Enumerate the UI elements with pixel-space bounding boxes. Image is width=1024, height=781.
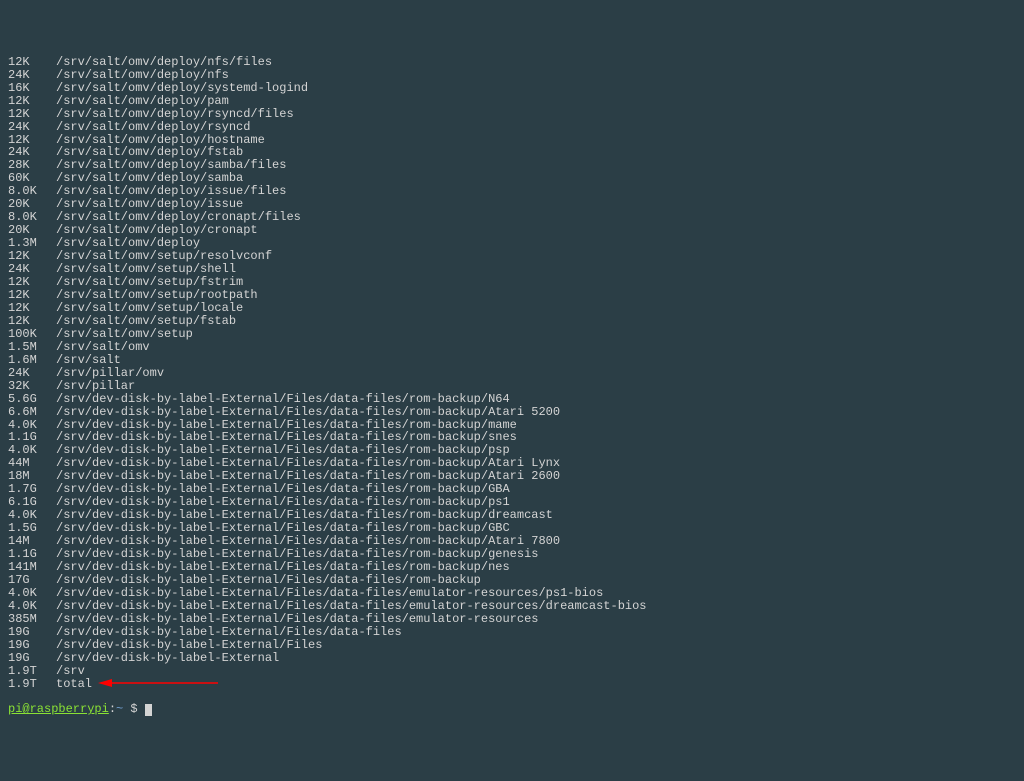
output-row: 12K/srv/salt/omv/setup/fstab (8, 315, 1016, 328)
path-value: /srv/salt/omv/setup/locale (56, 302, 243, 315)
size-value: 19G (8, 652, 56, 665)
output-row: 19G/srv/dev-disk-by-label-External/Files (8, 639, 1016, 652)
terminal-output: 12K/srv/salt/omv/deploy/nfs/files24K/srv… (8, 56, 1016, 691)
size-value: 1.5M (8, 341, 56, 354)
terminal-cursor (145, 704, 152, 716)
size-value: 385M (8, 613, 56, 626)
path-value: total (56, 678, 92, 691)
size-value: 16K (8, 82, 56, 95)
annotation-arrow-icon (98, 678, 218, 688)
path-value: /srv/dev-disk-by-label-External/Files/da… (56, 613, 538, 626)
output-row: 32K/srv/pillar (8, 380, 1016, 393)
size-value: 12K (8, 108, 56, 121)
output-row: 12K/srv/salt/omv/deploy/nfs/files (8, 56, 1016, 69)
output-row: 12K/srv/salt/omv/setup/rootpath (8, 289, 1016, 302)
size-value: 12K (8, 315, 56, 328)
size-value: 24K (8, 367, 56, 380)
size-value: 4.0K (8, 587, 56, 600)
size-value: 24K (8, 69, 56, 82)
output-row: 24K/srv/salt/omv/deploy/rsyncd (8, 121, 1016, 134)
size-value: 12K (8, 56, 56, 69)
path-value: /srv/dev-disk-by-label-External/Files/da… (56, 587, 603, 600)
output-row: 6.6M/srv/dev-disk-by-label-External/File… (8, 406, 1016, 419)
path-value: /srv/pillar/omv (56, 367, 164, 380)
size-value: 19G (8, 639, 56, 652)
size-value: 32K (8, 380, 56, 393)
size-value: 17G (8, 574, 56, 587)
size-value: 1.6M (8, 354, 56, 367)
output-row: 16K/srv/salt/omv/deploy/systemd-logind (8, 82, 1016, 95)
path-value: /srv/salt/omv/deploy/pam (56, 95, 229, 108)
path-value: /srv/salt/omv/setup/fstab (56, 315, 236, 328)
path-value: /srv/dev-disk-by-label-External/Files/da… (56, 626, 402, 639)
prompt-user-host: pi@raspberrypi (8, 702, 109, 716)
path-value: /srv/dev-disk-by-label-External (56, 652, 279, 665)
output-row: 17G/srv/dev-disk-by-label-External/Files… (8, 574, 1016, 587)
size-value: 5.6G (8, 393, 56, 406)
path-value: /srv/dev-disk-by-label-External/Files (56, 639, 322, 652)
output-row: 1.9Ttotal (8, 678, 1016, 691)
output-row: 24K/srv/pillar/omv (8, 367, 1016, 380)
path-value: /srv/salt/omv (56, 341, 150, 354)
path-value: /srv/salt/omv/setup (56, 328, 193, 341)
size-value: 19G (8, 626, 56, 639)
output-row: 1.9T/srv (8, 665, 1016, 678)
path-value: /srv/dev-disk-by-label-External/Files/da… (56, 393, 510, 406)
output-row: 19G/srv/dev-disk-by-label-External/Files… (8, 626, 1016, 639)
output-row: 24K/srv/salt/omv/deploy/nfs (8, 69, 1016, 82)
output-row: 1.5M/srv/salt/omv (8, 341, 1016, 354)
size-value: 12K (8, 95, 56, 108)
path-value: /srv (56, 665, 85, 678)
output-row: 5.6G/srv/dev-disk-by-label-External/File… (8, 393, 1016, 406)
size-value: 1.9T (8, 665, 56, 678)
path-value: /srv/salt/omv/setup/rootpath (56, 289, 258, 302)
prompt-line[interactable]: pi@raspberrypi:~ $ (8, 703, 1016, 716)
size-value: 6.6M (8, 406, 56, 419)
path-value: /srv/salt/omv/deploy/systemd-logind (56, 82, 308, 95)
path-value: /srv/salt (56, 354, 121, 367)
prompt-symbol: $ (123, 702, 145, 716)
output-row: 12K/srv/salt/omv/deploy/pam (8, 95, 1016, 108)
output-row: 12K/srv/salt/omv/deploy/rsyncd/files (8, 108, 1016, 121)
output-row: 385M/srv/dev-disk-by-label-External/File… (8, 613, 1016, 626)
size-value: 12K (8, 289, 56, 302)
path-value: /srv/dev-disk-by-label-External/Files/da… (56, 574, 481, 587)
path-value: /srv/salt/omv/deploy/rsyncd/files (56, 108, 294, 121)
size-value: 4.0K (8, 600, 56, 613)
output-row: 4.0K/srv/dev-disk-by-label-External/File… (8, 587, 1016, 600)
prompt-separator: : (109, 702, 116, 716)
path-value: /srv/salt/omv/deploy/rsyncd (56, 121, 250, 134)
path-value: /srv/dev-disk-by-label-External/Files/da… (56, 600, 647, 613)
size-value: 100K (8, 328, 56, 341)
path-value: /srv/salt/omv/deploy/nfs/files (56, 56, 272, 69)
size-value: 12K (8, 302, 56, 315)
size-value: 24K (8, 121, 56, 134)
path-value: /srv/salt/omv/deploy/nfs (56, 69, 229, 82)
output-row: 1.6M/srv/salt (8, 354, 1016, 367)
output-row: 4.0K/srv/dev-disk-by-label-External/File… (8, 600, 1016, 613)
path-value: /srv/dev-disk-by-label-External/Files/da… (56, 406, 560, 419)
size-value: 1.9T (8, 678, 56, 691)
prompt-cwd: ~ (116, 702, 123, 716)
output-row: 141M/srv/dev-disk-by-label-External/File… (8, 561, 1016, 574)
output-row: 12K/srv/salt/omv/setup/locale (8, 302, 1016, 315)
output-row: 100K/srv/salt/omv/setup (8, 328, 1016, 341)
path-value: /srv/dev-disk-by-label-External/Files/da… (56, 561, 510, 574)
path-value: /srv/pillar (56, 380, 135, 393)
size-value: 141M (8, 561, 56, 574)
output-row: 19G/srv/dev-disk-by-label-External (8, 652, 1016, 665)
